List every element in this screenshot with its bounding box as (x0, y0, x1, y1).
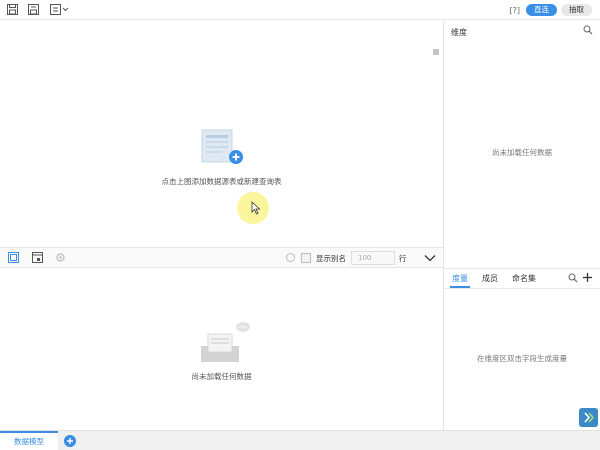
add-icon[interactable] (582, 272, 593, 283)
refresh-icon[interactable] (285, 252, 296, 263)
canvas-hint: 点击上图添加数据源表或新建查询表 (161, 177, 282, 186)
model-canvas[interactable]: 点击上图添加数据源表或新建查询表 (0, 21, 443, 247)
tab-measure[interactable]: 度量 (452, 273, 468, 284)
sheet-tab-data-model[interactable]: 数据模型 (0, 431, 58, 450)
search-icon[interactable] (583, 25, 593, 35)
result-area: 尚未加载任何数据 (0, 268, 443, 430)
top-toolbar: [?] 直连 抽取 (0, 0, 600, 20)
tabs-divider (444, 288, 600, 289)
table-toolbar: 显示别名 100 行 (0, 247, 443, 268)
chevron-down-icon[interactable] (424, 253, 436, 263)
show-alias-checkbox[interactable] (301, 253, 311, 263)
column-handle-icon[interactable] (432, 48, 440, 56)
dimension-panel: 维度 尚未加载任何数据 (444, 21, 600, 247)
empty-data-icon (201, 322, 250, 362)
preview-window-icon[interactable] (32, 252, 43, 263)
dimension-empty-text: 尚未加载任何数据 (492, 148, 552, 157)
direct-mode-button[interactable]: 直连 (526, 4, 557, 16)
measure-panel: 度量 成员 命名集 在维度区双击字段生成度量 (444, 268, 600, 430)
sheet-bar: 数据模型 (0, 430, 600, 450)
row-count-input[interactable]: 100 (351, 251, 395, 265)
mouse-cursor-icon (251, 201, 261, 215)
extract-mode-button[interactable]: 抽取 (561, 4, 592, 16)
save-as-icon[interactable] (28, 4, 39, 15)
add-table-icon[interactable] (200, 128, 244, 168)
save-icon[interactable] (7, 4, 18, 15)
result-empty-text: 尚未加载任何数据 (191, 372, 252, 381)
measure-tabs: 度量 成员 命名集 (444, 269, 600, 289)
show-alias-label: 显示别名 (316, 254, 346, 263)
search-icon[interactable] (568, 273, 578, 283)
export-dropdown-icon[interactable] (50, 4, 69, 15)
help-icon[interactable]: [?] (508, 6, 523, 15)
assistant-icon[interactable] (579, 408, 598, 427)
settings-icon[interactable] (55, 252, 66, 263)
tab-member[interactable]: 成员 (482, 273, 498, 284)
dimension-panel-title: 维度 (451, 28, 467, 37)
row-unit-label: 行 (399, 254, 407, 263)
tab-named-set[interactable]: 命名集 (512, 273, 536, 284)
add-sheet-icon[interactable] (64, 435, 76, 447)
table-view-icon[interactable] (8, 252, 19, 263)
measure-empty-text: 在维度区双击字段生成度量 (477, 354, 567, 363)
mode-switch: [?] 直连 抽取 (508, 3, 592, 17)
